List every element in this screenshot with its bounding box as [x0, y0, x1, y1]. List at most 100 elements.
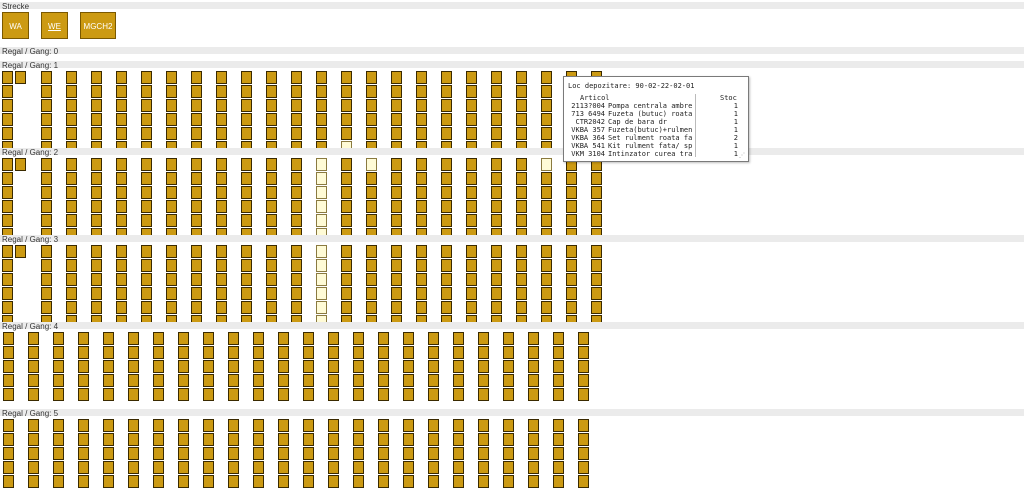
storage-bin[interactable] [428, 360, 439, 373]
storage-bin[interactable] [528, 475, 539, 488]
storage-bin[interactable] [128, 461, 139, 474]
strecke-button-wa[interactable]: WA [2, 12, 29, 39]
storage-bin[interactable] [66, 259, 77, 272]
storage-bin[interactable] [166, 113, 177, 126]
storage-bin[interactable] [103, 419, 114, 432]
storage-bin[interactable] [341, 113, 352, 126]
storage-bin[interactable] [3, 360, 14, 373]
storage-bin[interactable] [228, 388, 239, 401]
storage-bin[interactable] [341, 200, 352, 213]
storage-bin[interactable] [153, 374, 164, 387]
storage-bin[interactable] [478, 388, 489, 401]
storage-bin[interactable] [403, 360, 414, 373]
storage-bin[interactable] [41, 113, 52, 126]
storage-bin[interactable] [166, 172, 177, 185]
storage-bin[interactable] [416, 172, 427, 185]
storage-bin[interactable] [2, 99, 13, 112]
storage-bin[interactable] [466, 214, 477, 227]
storage-bin[interactable] [428, 388, 439, 401]
storage-bin[interactable] [166, 158, 177, 171]
storage-bin[interactable] [141, 186, 152, 199]
storage-bin[interactable] [266, 113, 277, 126]
storage-bin[interactable] [116, 99, 127, 112]
storage-bin[interactable] [128, 433, 139, 446]
storage-bin[interactable] [341, 85, 352, 98]
storage-bin[interactable] [116, 214, 127, 227]
storage-bin[interactable] [353, 447, 364, 460]
storage-bin[interactable] [178, 388, 189, 401]
storage-bin[interactable] [328, 461, 339, 474]
storage-bin[interactable] [41, 245, 52, 258]
storage-bin[interactable] [253, 461, 264, 474]
strecke-button-we[interactable]: WE [41, 12, 68, 39]
storage-bin[interactable] [491, 273, 502, 286]
storage-bin[interactable] [516, 200, 527, 213]
storage-bin[interactable] [541, 158, 552, 171]
storage-bin[interactable] [15, 245, 26, 258]
storage-bin[interactable] [441, 273, 452, 286]
storage-bin[interactable] [41, 259, 52, 272]
storage-bin[interactable] [266, 214, 277, 227]
storage-bin[interactable] [378, 332, 389, 345]
storage-bin[interactable] [416, 127, 427, 140]
storage-bin[interactable] [191, 287, 202, 300]
storage-bin[interactable] [341, 245, 352, 258]
storage-bin[interactable] [278, 433, 289, 446]
storage-bin[interactable] [341, 186, 352, 199]
storage-bin[interactable] [278, 360, 289, 373]
storage-bin[interactable] [66, 99, 77, 112]
storage-bin[interactable] [541, 245, 552, 258]
storage-bin[interactable] [291, 245, 302, 258]
storage-bin[interactable] [116, 287, 127, 300]
storage-bin[interactable] [591, 259, 602, 272]
storage-bin[interactable] [428, 346, 439, 359]
storage-bin[interactable] [2, 85, 13, 98]
storage-bin[interactable] [91, 214, 102, 227]
storage-bin[interactable] [553, 374, 564, 387]
storage-bin[interactable] [541, 200, 552, 213]
storage-bin[interactable] [478, 374, 489, 387]
storage-bin[interactable] [203, 433, 214, 446]
storage-bin[interactable] [391, 200, 402, 213]
storage-bin[interactable] [516, 85, 527, 98]
storage-bin[interactable] [128, 419, 139, 432]
storage-bin[interactable] [578, 447, 589, 460]
storage-bin[interactable] [66, 200, 77, 213]
storage-bin[interactable] [416, 301, 427, 314]
storage-bin[interactable] [266, 99, 277, 112]
storage-bin[interactable] [341, 99, 352, 112]
storage-bin[interactable] [553, 475, 564, 488]
storage-bin[interactable] [391, 259, 402, 272]
storage-bin[interactable] [416, 245, 427, 258]
storage-bin[interactable] [478, 360, 489, 373]
storage-bin[interactable] [266, 287, 277, 300]
storage-bin[interactable] [241, 85, 252, 98]
storage-bin[interactable] [441, 127, 452, 140]
storage-bin[interactable] [441, 245, 452, 258]
storage-bin[interactable] [291, 273, 302, 286]
storage-bin[interactable] [166, 127, 177, 140]
storage-bin[interactable] [378, 388, 389, 401]
storage-bin[interactable] [128, 360, 139, 373]
storage-bin[interactable] [366, 287, 377, 300]
storage-bin[interactable] [78, 447, 89, 460]
storage-bin[interactable] [353, 388, 364, 401]
storage-bin[interactable] [328, 374, 339, 387]
storage-bin[interactable] [466, 71, 477, 84]
storage-bin[interactable] [566, 214, 577, 227]
storage-bin[interactable] [53, 475, 64, 488]
storage-bin[interactable] [191, 259, 202, 272]
storage-bin[interactable] [291, 172, 302, 185]
storage-bin[interactable] [278, 475, 289, 488]
storage-bin[interactable] [366, 259, 377, 272]
storage-bin[interactable] [591, 200, 602, 213]
storage-bin[interactable] [191, 301, 202, 314]
storage-bin[interactable] [416, 273, 427, 286]
storage-bin[interactable] [241, 200, 252, 213]
storage-bin[interactable] [578, 346, 589, 359]
storage-bin[interactable] [303, 461, 314, 474]
storage-bin[interactable] [153, 419, 164, 432]
storage-bin[interactable] [278, 419, 289, 432]
storage-bin[interactable] [578, 475, 589, 488]
storage-bin[interactable] [353, 475, 364, 488]
